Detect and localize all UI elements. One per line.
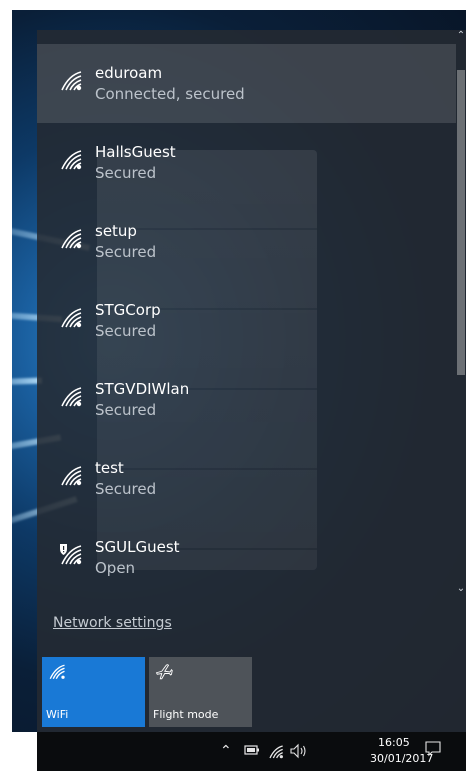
- action-center-icon[interactable]: [425, 741, 441, 757]
- wifi-icon: [61, 466, 82, 486]
- wifi-icon: [61, 387, 82, 407]
- battery-icon[interactable]: [244, 744, 260, 756]
- network-list: eduroam Connected, secured HallsGuest Se…: [37, 44, 456, 597]
- network-item-setup[interactable]: setup Secured: [37, 202, 456, 281]
- taskbar: ⌃ 16:05 30/01/2017: [37, 732, 466, 771]
- scroll-up-icon[interactable]: ⌃: [456, 30, 466, 42]
- network-item-sgulguest[interactable]: SGULGuest Open: [37, 518, 456, 597]
- network-name: STGVDIWlan: [95, 380, 190, 398]
- airplane-icon: [155, 664, 173, 680]
- scroll-down-icon[interactable]: ⌄: [456, 583, 466, 595]
- network-item-hallsguest[interactable]: HallsGuest Secured: [37, 123, 456, 202]
- desktop: ⌃ ⌄ eduroam Connected, secured HallsGues…: [0, 0, 466, 771]
- network-name: HallsGuest: [95, 143, 176, 161]
- flight-mode-tile-label: Flight mode: [153, 708, 219, 721]
- network-name: SGULGuest: [95, 538, 180, 556]
- network-status: Secured: [95, 322, 157, 340]
- flight-mode-tile[interactable]: Flight mode: [149, 657, 252, 727]
- network-status: Connected, secured: [95, 85, 245, 103]
- wifi-icon: [61, 308, 82, 328]
- network-name: setup: [95, 222, 137, 240]
- network-item-eduroam[interactable]: eduroam Connected, secured: [37, 44, 456, 123]
- network-settings-link[interactable]: Network settings: [53, 615, 172, 631]
- chevron-up-icon[interactable]: ⌃: [220, 744, 232, 758]
- network-name: STGCorp: [95, 301, 161, 319]
- network-name: test: [95, 459, 124, 477]
- wifi-icon: [49, 664, 65, 680]
- network-name: eduroam: [95, 64, 163, 82]
- network-status: Secured: [95, 164, 157, 182]
- network-item-stgvdiwlan[interactable]: STGVDIWlan Secured: [37, 360, 456, 439]
- scroll-thumb[interactable]: [457, 70, 465, 375]
- network-status: Secured: [95, 401, 157, 419]
- wifi-toggle-tile[interactable]: WiFi: [42, 657, 145, 727]
- volume-icon[interactable]: [290, 743, 308, 759]
- network-status: Secured: [95, 243, 157, 261]
- wifi-icon: [61, 229, 82, 249]
- wifi-tray-icon[interactable]: [268, 744, 284, 760]
- wifi-icon: [61, 71, 82, 91]
- wifi-shield-icon: [60, 544, 82, 565]
- network-item-stgcorp[interactable]: STGCorp Secured: [37, 281, 456, 360]
- network-status: Secured: [95, 480, 157, 498]
- flyout-scrollbar[interactable]: ⌃ ⌄: [456, 30, 466, 595]
- network-status: Open: [95, 559, 136, 577]
- network-flyout: ⌃ ⌄ eduroam Connected, secured HallsGues…: [37, 30, 466, 732]
- network-item-test[interactable]: test Secured: [37, 439, 456, 518]
- wifi-icon: [61, 150, 82, 170]
- wifi-tile-label: WiFi: [46, 708, 69, 721]
